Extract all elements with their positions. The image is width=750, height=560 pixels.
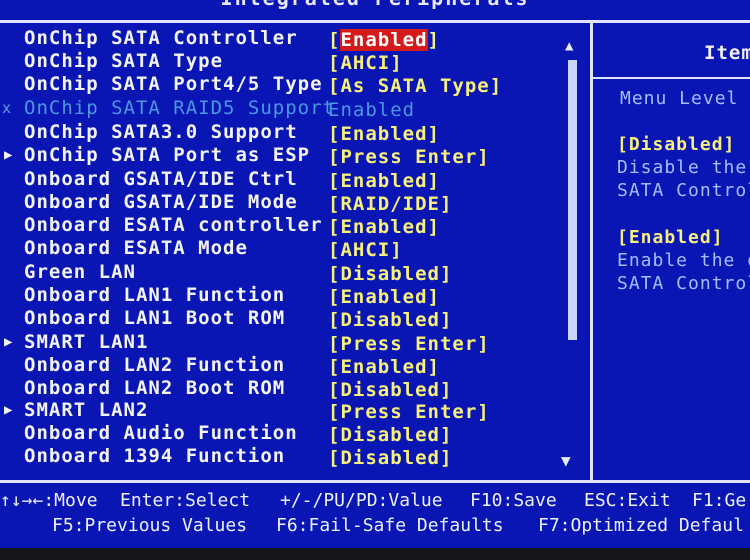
setting-label: Onboard Audio Function	[24, 422, 298, 444]
setting-value[interactable]: [AHCI]	[328, 239, 403, 261]
setting-label: OnChip SATA Port4/5 Type	[24, 73, 323, 95]
panel-divider	[590, 20, 593, 482]
submenu-arrow-icon: ▶	[4, 147, 13, 163]
footer-move: ↑↓→←:Move	[0, 490, 98, 511]
footer-optimized-defaults: F7:Optimized Defaul	[538, 515, 744, 536]
setting-value[interactable]: [Press Enter]	[328, 146, 490, 168]
setting-label: Onboard 1394 Function	[24, 445, 286, 467]
submenu-arrow-icon: ▶	[4, 402, 13, 418]
setting-row[interactable]: OnChip SATA Controller [Enabled]	[0, 27, 560, 51]
setting-value[interactable]: [Disabled]	[328, 424, 452, 446]
setting-value[interactable]: [As SATA Type]	[328, 75, 502, 97]
setting-value[interactable]: [Enabled]	[328, 216, 440, 238]
footer-select: Enter:Select	[120, 490, 251, 511]
top-border	[0, 20, 750, 23]
window-title: Integrated Peripherals	[0, 0, 750, 10]
footer-exit: ESC:Exit	[584, 490, 671, 511]
setting-row[interactable]: ▶ SMART LAN1 [Press Enter]	[0, 331, 560, 355]
setting-label: Onboard GSATA/IDE Ctrl	[24, 168, 298, 190]
setting-row[interactable]: Green LAN [Disabled]	[0, 261, 560, 285]
setting-value[interactable]: [Enabled]	[328, 170, 440, 192]
setting-label: OnChip SATA Port as ESP	[24, 144, 311, 166]
setting-row[interactable]: Onboard GSATA/IDE Mode [RAID/IDE]	[0, 191, 560, 215]
help-separator	[593, 77, 750, 79]
setting-row[interactable]: Onboard Audio Function [Disabled]	[0, 422, 560, 446]
scroll-up-icon[interactable]: ▲	[565, 38, 573, 54]
setting-row[interactable]: Onboard LAN1 Boot ROM [Disabled]	[0, 307, 560, 331]
setting-label: OnChip SATA Type	[24, 50, 224, 72]
help-title: Item	[704, 42, 750, 64]
setting-value[interactable]: [Enabled]	[328, 286, 440, 308]
footer-previous-values: F5:Previous Values	[52, 515, 248, 536]
setting-value[interactable]: [Disabled]	[328, 379, 452, 401]
setting-value[interactable]: [Enabled]	[328, 29, 440, 51]
setting-row[interactable]: Onboard ESATA controller [Enabled]	[0, 214, 560, 238]
bios-screen: Integrated Peripherals OnChip SATA Contr…	[0, 0, 750, 548]
help-line: Disable the	[617, 157, 748, 178]
setting-value: Enabled	[328, 99, 416, 121]
help-line: [Enabled]	[617, 227, 724, 248]
setting-row[interactable]: OnChip SATA3.0 Support [Enabled]	[0, 121, 560, 145]
setting-value[interactable]: [AHCI]	[328, 52, 403, 74]
setting-row[interactable]: Onboard ESATA Mode [AHCI]	[0, 237, 560, 261]
scrollbar-thumb[interactable]	[568, 60, 577, 340]
submenu-arrow-icon: ▶	[4, 334, 13, 350]
setting-label: Onboard LAN2 Function	[24, 354, 286, 376]
setting-label: Onboard ESATA Mode	[24, 237, 248, 259]
scroll-down-icon[interactable]: ▼	[561, 451, 571, 470]
footer-failsafe-defaults: F6:Fail-Safe Defaults	[276, 515, 504, 536]
setting-value[interactable]: [Disabled]	[328, 309, 452, 331]
setting-label: Onboard LAN1 Function	[24, 284, 286, 306]
setting-label: Onboard GSATA/IDE Mode	[24, 191, 298, 213]
setting-row[interactable]: ▶ SMART LAN2 [Press Enter]	[0, 399, 560, 423]
setting-value[interactable]: [Press Enter]	[328, 333, 490, 355]
setting-row[interactable]: Onboard GSATA/IDE Ctrl [Enabled]	[0, 168, 560, 192]
setting-value[interactable]: [RAID/IDE]	[328, 193, 452, 215]
footer-general-help: F1:Ge	[692, 490, 747, 511]
setting-label: Onboard ESATA controller	[24, 214, 323, 236]
help-line: [Disabled]	[617, 134, 736, 155]
setting-label: OnChip SATA RAID5 Support	[24, 97, 335, 119]
help-line: SATA Control	[617, 273, 750, 294]
setting-label: Onboard LAN1 Boot ROM	[24, 307, 286, 329]
disabled-mark-icon: x	[2, 99, 12, 117]
setting-value[interactable]: [Disabled]	[328, 447, 452, 469]
setting-value[interactable]: [Enabled]	[328, 123, 440, 145]
monitor-bezel	[0, 548, 750, 560]
setting-value[interactable]: [Press Enter]	[328, 401, 490, 423]
setting-label: OnChip SATA3.0 Support	[24, 121, 298, 143]
setting-row[interactable]: Onboard 1394 Function [Disabled]	[0, 445, 560, 469]
help-line: Enable the o	[617, 250, 750, 271]
selected-value-highlight[interactable]: Enabled	[340, 29, 428, 51]
setting-row[interactable]: ▶ OnChip SATA Port as ESP [Press Enter]	[0, 144, 560, 168]
setting-value[interactable]: [Enabled]	[328, 356, 440, 378]
setting-label: Green LAN	[24, 261, 136, 283]
setting-row[interactable]: OnChip SATA Port4/5 Type [As SATA Type]	[0, 73, 560, 97]
setting-label: Onboard LAN2 Boot ROM	[24, 377, 286, 399]
setting-row[interactable]: Onboard LAN2 Function [Enabled]	[0, 354, 560, 378]
setting-value[interactable]: [Disabled]	[328, 263, 452, 285]
setting-label: OnChip SATA Controller	[24, 27, 298, 49]
help-menu-level: Menu Level	[620, 88, 739, 109]
setting-label: SMART LAN2	[24, 399, 149, 421]
footer-value: +/-/PU/PD:Value	[280, 490, 443, 511]
setting-row: x OnChip SATA RAID5 Support Enabled	[0, 97, 560, 121]
setting-row[interactable]: Onboard LAN1 Function [Enabled]	[0, 284, 560, 308]
setting-row[interactable]: OnChip SATA Type [AHCI]	[0, 50, 560, 74]
help-line: SATA Control	[617, 180, 750, 201]
setting-label: SMART LAN1	[24, 331, 149, 353]
bottom-border	[0, 480, 750, 483]
setting-row[interactable]: Onboard LAN2 Boot ROM [Disabled]	[0, 377, 560, 401]
footer-save: F10:Save	[470, 490, 557, 511]
